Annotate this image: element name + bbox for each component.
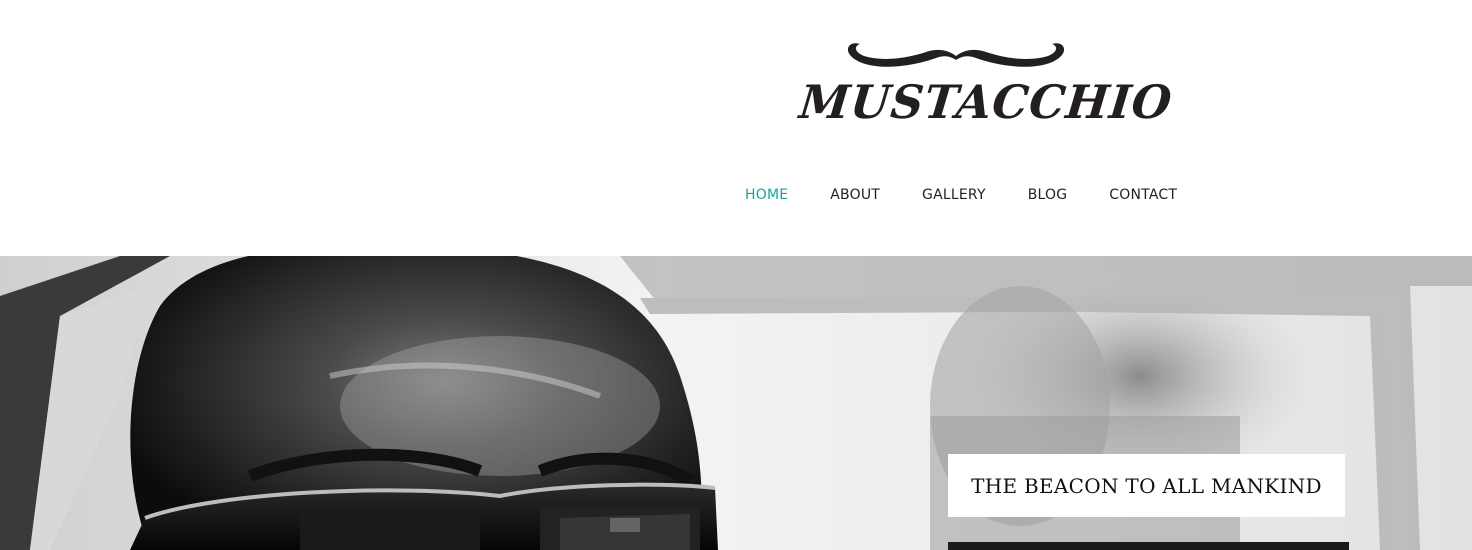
- main-nav: HOME ABOUT GALLERY BLOG CONTACT: [745, 185, 1177, 207]
- tagline-box: THE BEACON TO ALL MANKIND: [948, 454, 1345, 517]
- nav-about[interactable]: ABOUT: [830, 185, 880, 207]
- nav-contact[interactable]: CONTACT: [1109, 185, 1177, 207]
- nav-blog[interactable]: BLOG: [1028, 185, 1068, 207]
- mustache-icon: [847, 43, 1065, 67]
- site-logo[interactable]: MUSTACCHIO: [790, 36, 1175, 136]
- page: MUSTACCHIO HOME ABOUT GALLERY BLOG CONTA…: [0, 0, 1472, 550]
- hero-cta-box[interactable]: [948, 542, 1349, 550]
- nav-home[interactable]: HOME: [745, 185, 788, 207]
- nav-gallery[interactable]: GALLERY: [922, 185, 986, 207]
- hero-tagline: THE BEACON TO ALL MANKIND: [971, 473, 1322, 498]
- hero-banner: THE BEACON TO ALL MANKIND: [0, 256, 1472, 550]
- site-header: MUSTACCHIO HOME ABOUT GALLERY BLOG CONTA…: [0, 0, 1472, 256]
- logo-wordmark: MUSTACCHIO: [797, 75, 1175, 129]
